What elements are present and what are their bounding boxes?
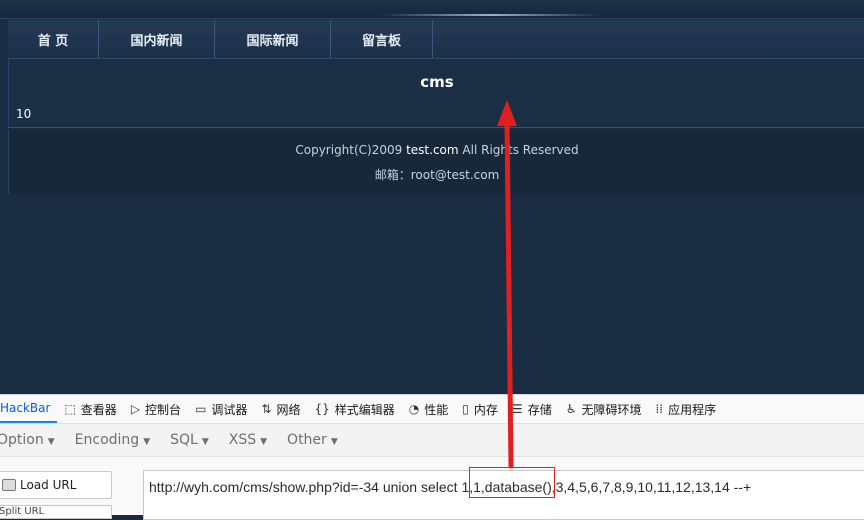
performance-icon: ◔ [408, 402, 420, 416]
split-url-label: Split URL [0, 506, 45, 517]
menu-label: Encoding [74, 432, 140, 448]
tab-style-editor[interactable]: {} 样式编辑器 [308, 395, 402, 423]
copyright-prefix: Copyright(C)2009 [295, 143, 407, 157]
style-editor-icon: {} [314, 402, 330, 416]
load-url-icon [2, 479, 16, 491]
nav-message-board[interactable]: 留言板 [331, 20, 433, 58]
email-line: 邮箱：root@test.com [374, 168, 500, 182]
menu-label: Other [287, 432, 327, 448]
inspector-icon: ⬚ [64, 402, 76, 416]
tab-label: 存储 [527, 402, 552, 417]
tab-label: 查看器 [80, 402, 117, 417]
top-banner [0, 0, 864, 19]
article-body-value: 10 [16, 107, 32, 121]
menu-option[interactable]: Option ▼ [0, 432, 65, 448]
accessibility-icon: ♿ [565, 402, 577, 416]
nav-home[interactable]: 首 页 [8, 20, 99, 58]
menu-label: Option [0, 432, 44, 448]
devtools-panel: HackBar ⬚ 查看器 ▷ 控制台 ▭ 调试器 ⇅ 网络 {} 样式编辑器 ◔ 性能 ▯… [0, 394, 864, 520]
tab-label: 网络 [276, 402, 301, 417]
tab-label: 控制台 [145, 402, 182, 417]
website-page: 首 页 国内新闻 国际新闻 留言板 cms 10 Copyright(C)200… [0, 0, 864, 394]
menu-sql[interactable]: SQL ▼ [160, 432, 219, 448]
tab-label: 调试器 [211, 402, 248, 417]
tab-accessibility[interactable]: ♿ 无障碍环境 [559, 395, 649, 423]
hackbar-menubar: Option ▼ Encoding ▼ SQL ▼ XSS ▼ Other ▼ [0, 424, 864, 457]
tab-memory[interactable]: ▯ 内存 [455, 395, 505, 423]
menu-label: XSS [228, 432, 257, 448]
main-nav: 首 页 国内新闻 国际新闻 留言板 [8, 20, 864, 59]
tab-performance[interactable]: ◔ 性能 [402, 395, 456, 423]
load-url-button[interactable]: Load URL [0, 471, 112, 499]
page-footer: Copyright(C)2009 test.com All Rights Res… [8, 130, 864, 194]
copyright-site: test.com [406, 143, 459, 157]
tab-application[interactable]: ⁞⁞ 应用程序 [648, 395, 723, 423]
network-icon: ⇅ [261, 402, 272, 416]
tab-debugger[interactable]: ▭ 调试器 [188, 395, 254, 423]
tab-console[interactable]: ▷ 控制台 [124, 395, 188, 423]
menu-label: SQL [170, 432, 198, 448]
caret-down-icon: ▼ [143, 437, 151, 447]
url-text-after: 3,4,5,6,7,8,9,10,11,12,13,14 --+ [555, 479, 752, 495]
copyright-line: Copyright(C)2009 test.com All Rights Res… [9, 143, 864, 157]
tab-storage[interactable]: ☰ 存储 [505, 395, 559, 423]
storage-icon: ☰ [511, 402, 523, 416]
nav-domestic-news[interactable]: 国内新闻 [99, 20, 215, 58]
caret-down-icon: ▼ [330, 437, 338, 447]
nav-international-news[interactable]: 国际新闻 [215, 20, 331, 58]
tab-label: 应用程序 [668, 402, 717, 417]
caret-down-icon: ▼ [201, 437, 209, 447]
menu-xss[interactable]: XSS ▼ [219, 432, 277, 448]
highlight-box [469, 467, 555, 498]
copyright-suffix: All Rights Reserved [458, 143, 579, 157]
tab-hackbar-label: HackBar [0, 401, 51, 415]
tab-label: 无障碍环境 [581, 402, 642, 417]
devtools-tabs: HackBar ⬚ 查看器 ▷ 控制台 ▭ 调试器 ⇅ 网络 {} 样式编辑器 ◔ 性能 ▯… [0, 395, 864, 424]
tab-inspector[interactable]: ⬚ 查看器 [57, 395, 123, 423]
url-text-before: http://wyh.com/cms/show.php?id=-34 union… [149, 479, 474, 495]
application-icon: ⁞⁞ [655, 402, 664, 416]
article-title: cms [420, 73, 454, 91]
tab-label: 性能 [424, 402, 449, 417]
menu-encoding[interactable]: Encoding ▼ [65, 432, 160, 448]
caret-down-icon: ▼ [260, 437, 268, 447]
tab-network[interactable]: ⇅ 网络 [254, 395, 307, 423]
debugger-icon: ▭ [195, 402, 207, 416]
tab-label: 内存 [473, 402, 498, 417]
memory-icon: ▯ [462, 402, 469, 416]
load-url-label: Load URL [20, 478, 77, 492]
tab-label: 样式编辑器 [334, 402, 395, 417]
article-content: cms 10 [8, 59, 864, 128]
tab-hackbar[interactable]: HackBar [0, 395, 58, 423]
console-icon: ▷ [130, 402, 141, 416]
menu-other[interactable]: Other ▼ [277, 432, 348, 448]
split-url-button[interactable]: Split URL [0, 505, 112, 519]
caret-down-icon: ▼ [47, 437, 55, 447]
